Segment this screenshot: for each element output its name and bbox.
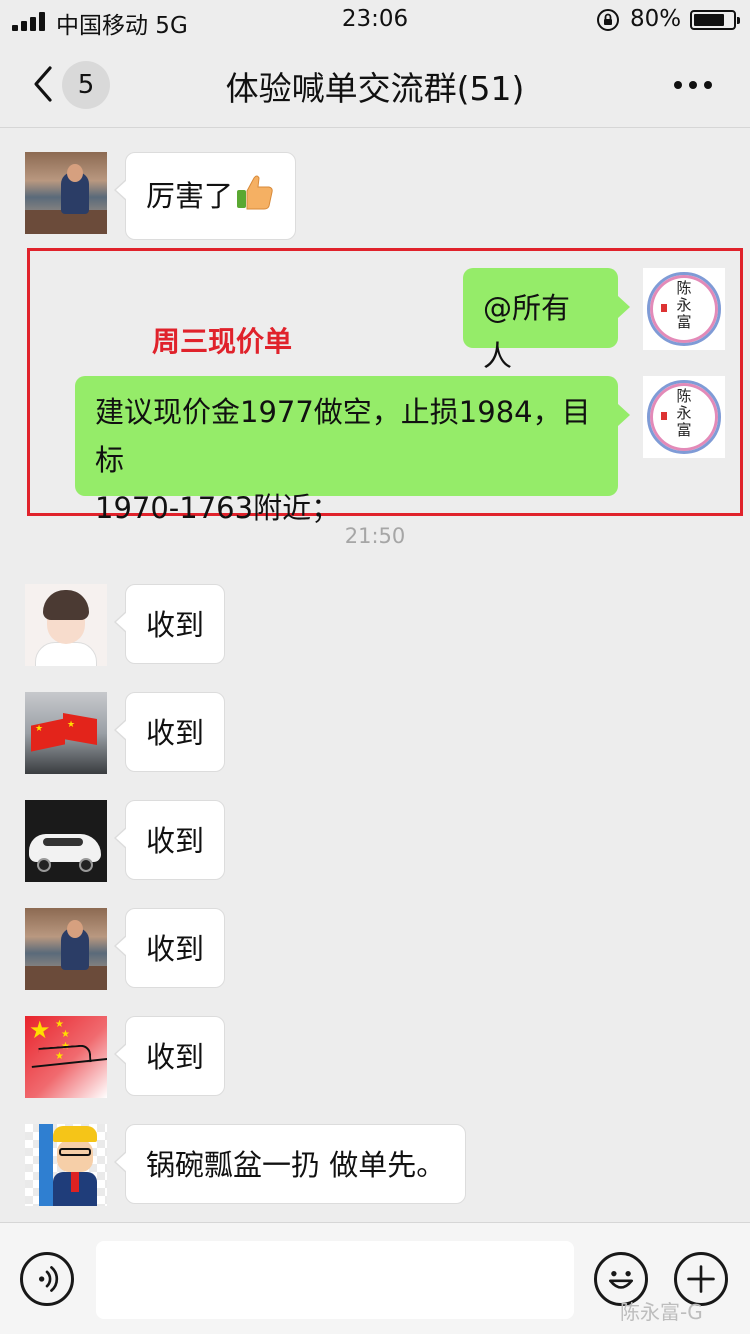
- message-text-line: 建议现价金1977做空，止损1984，目标: [95, 395, 591, 477]
- voice-icon[interactable]: [20, 1252, 74, 1306]
- message-bubble[interactable]: 锅碗瓢盆一扔 做单先。: [113, 1124, 467, 1204]
- avatar[interactable]: [25, 800, 107, 882]
- avatar-text: 陈永富: [676, 387, 692, 439]
- avatar[interactable]: 陈永富: [643, 376, 725, 458]
- avatar[interactable]: [25, 584, 107, 666]
- message-bubble[interactable]: 收到: [113, 584, 226, 664]
- avatar[interactable]: [25, 908, 107, 990]
- thumbs-up-icon: [237, 175, 273, 210]
- message-text: 收到: [146, 1040, 205, 1074]
- message-bubble[interactable]: @所有人: [463, 268, 630, 373]
- timestamp: 21:50: [344, 524, 406, 548]
- more-dots-icon[interactable]: [668, 70, 718, 100]
- message-text: 锅碗瓢盆一扔 做单先。: [146, 1148, 446, 1182]
- message-bubble[interactable]: 收到: [113, 800, 226, 880]
- chat-header: 5 体验喊单交流群(51): [0, 40, 750, 128]
- message-text: 收到: [146, 716, 205, 750]
- avatar[interactable]: ★ ★: [25, 692, 107, 774]
- message-bubble[interactable]: 收到: [113, 1016, 226, 1096]
- annotation-label: 周三现价单: [152, 325, 293, 358]
- message-text: 收到: [146, 824, 205, 858]
- message-text: 收到: [146, 608, 205, 642]
- message-bubble[interactable]: 厉害了: [113, 152, 297, 240]
- avatar[interactable]: ★ ★ ★ ★ ★: [25, 1016, 107, 1098]
- avatar[interactable]: [25, 1124, 107, 1206]
- battery-icon: [690, 10, 740, 30]
- message-input[interactable]: [96, 1241, 574, 1319]
- avatar[interactable]: 陈永富: [643, 268, 725, 350]
- message-text: 厉害了: [146, 179, 234, 213]
- message-bubble[interactable]: 收到: [113, 692, 226, 772]
- status-bar: 中国移动 5G 23:06 80%: [0, 0, 750, 40]
- message-bubble[interactable]: 收到: [113, 908, 226, 988]
- battery-percent: 80%: [630, 6, 682, 32]
- rotation-lock-icon: [597, 9, 619, 31]
- page-title: 体验喊单交流群(51): [225, 69, 525, 108]
- avatar-text: 陈永富: [676, 279, 692, 331]
- message-text: 收到: [146, 932, 205, 966]
- avatar[interactable]: [25, 152, 107, 234]
- message-bubble[interactable]: 建议现价金1977做空，止损1984，目标 1970-1763附近；: [75, 376, 630, 525]
- watermark-text: 陈永富-G: [620, 1300, 703, 1324]
